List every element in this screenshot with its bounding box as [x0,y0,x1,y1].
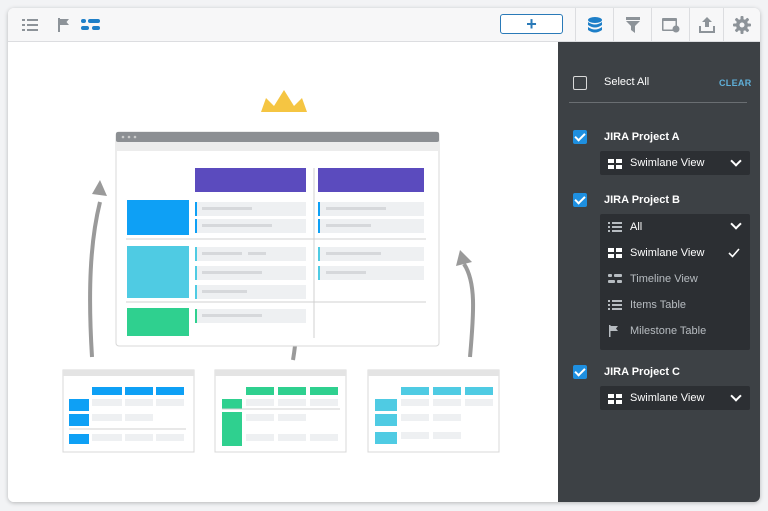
list-view-button[interactable] [20,8,40,41]
option-label: Timeline View [630,273,698,285]
option-label: Items Table [630,299,687,311]
project-b-checkbox[interactable] [573,193,587,207]
divider [569,102,747,103]
project-c-checkbox[interactable] [573,365,587,379]
app-window: + Select All CLEAR JIRA Project A Swimla… [8,8,760,502]
dropdown-option-milestone-table[interactable]: Milestone Table [600,318,750,344]
timeline-icon [608,274,622,283]
list-icon [608,300,622,310]
chevron-down-icon [730,218,742,230]
swimlane-icon [608,159,622,169]
arrowhead-right [456,250,472,266]
project-card-green [214,369,347,453]
chevron-down-icon [730,155,742,167]
clear-button[interactable]: CLEAR [719,78,752,88]
export-button[interactable] [690,8,723,41]
list-icon [608,222,622,232]
chevron-down-icon [730,390,742,402]
select-all-label: Select All [604,76,650,88]
project-card-blue [62,369,195,453]
crown-icon [261,90,307,112]
calendar-settings-button[interactable] [652,8,689,41]
project-a-checkbox[interactable] [573,130,587,144]
arrow-left [88,201,102,358]
illustration-svg [62,90,500,453]
settings-button[interactable] [724,8,760,41]
project-a-view-select[interactable]: Swimlane View [600,151,750,175]
selected-view-label: Swimlane View [630,157,705,169]
project-c-name: JIRA Project C [604,366,681,378]
project-b-view-dropdown: All Swimlane View Timeline View Items Ta… [600,214,750,350]
select-all-checkbox[interactable] [573,76,587,90]
dropdown-option-items-table[interactable]: Items Table [600,292,750,318]
flag-icon [58,17,69,32]
project-a-name: JIRA Project A [604,131,680,143]
filter-icon [625,16,640,33]
swimlane-icon [608,248,622,258]
option-label: All [630,221,643,233]
filter-button[interactable] [614,8,651,41]
main-swimlane-card [115,131,440,347]
dropdown-option-all[interactable]: All [600,214,750,240]
arrowhead-left [92,180,107,196]
checkmark-icon [728,248,740,258]
project-c-view-select[interactable]: Swimlane View [600,386,750,410]
swimlane-icon [81,18,100,30]
swimlane-view-button[interactable] [80,8,102,41]
add-button[interactable]: + [500,14,563,34]
toolbar: + [8,8,760,42]
option-label: Milestone Table [630,325,707,337]
database-icon [587,16,602,32]
project-b-name: JIRA Project B [604,194,681,206]
swimlane-illustration [8,42,558,502]
export-icon [698,16,715,33]
option-label: Swimlane View [630,247,705,259]
project-card-cyan [367,369,500,453]
data-source-button[interactable] [576,8,613,41]
projects-panel: Select All CLEAR JIRA Project A Swimlane… [558,42,760,502]
selected-view-label: Swimlane View [630,392,705,404]
gear-icon [733,15,751,34]
list-icon [22,18,38,31]
flag-icon [609,325,618,337]
arrow-right [462,262,476,358]
swimlane-icon [608,394,622,404]
milestone-view-button[interactable] [54,8,74,41]
dropdown-option-swimlane[interactable]: Swimlane View [600,240,750,266]
dropdown-option-timeline[interactable]: Timeline View [600,266,750,292]
calendar-settings-icon [661,17,679,32]
